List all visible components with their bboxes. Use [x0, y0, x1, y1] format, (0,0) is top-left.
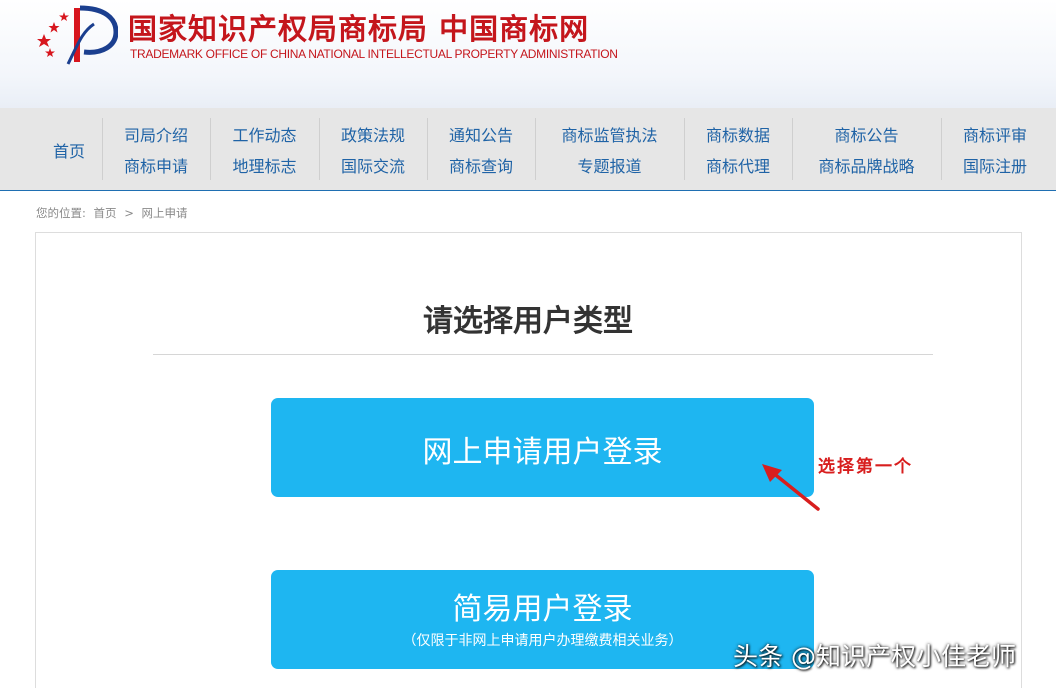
- title-divider: [153, 354, 933, 355]
- page-title: 请选择用户类型: [423, 304, 633, 339]
- nav-link-trademark-data[interactable]: 商标数据: [684, 122, 792, 146]
- nav-link-trademark-application[interactable]: 商标申请: [102, 153, 210, 177]
- nav-link-policy-regulation[interactable]: 政策法规: [319, 122, 427, 146]
- cnipa-logo[interactable]: [34, 4, 118, 66]
- main-nav: 首页 司局介绍 商标申请 工作动态 地理标志 政策法规 国际交流 通知公告 商标…: [0, 108, 1056, 191]
- site-title: 国家知识产权局商标局 中国商标网: [128, 12, 590, 46]
- nav-link-trademark-review[interactable]: 商标评审: [941, 122, 1049, 146]
- annotation-label: 选择第一个: [818, 457, 913, 477]
- nav-col-home: 首页: [36, 108, 102, 191]
- nav-home-link[interactable]: 首页: [36, 138, 102, 162]
- nav-col-2: 工作动态 地理标志: [210, 108, 319, 191]
- nav-link-work-news[interactable]: 工作动态: [210, 122, 319, 146]
- nav-col-8: 商标评审 国际注册: [941, 108, 1049, 191]
- nav-link-enforcement[interactable]: 商标监管执法: [535, 122, 684, 146]
- online-applicant-login-label: 网上申请用户登录: [422, 435, 663, 470]
- breadcrumb-home-link[interactable]: 首页: [94, 206, 117, 220]
- site-header: 国家知识产权局商标局 中国商标网 TRADEMARK OFFICE OF CHI…: [0, 0, 1056, 108]
- nav-link-special-reports[interactable]: 专题报道: [535, 153, 684, 177]
- nav-link-brand-strategy[interactable]: 商标品牌战略: [792, 153, 941, 177]
- nav-link-trademark-gazette[interactable]: 商标公告: [792, 122, 941, 146]
- nav-link-trademark-search[interactable]: 商标查询: [427, 153, 535, 177]
- nav-link-trademark-agency[interactable]: 商标代理: [684, 153, 792, 177]
- nav-col-5: 商标监管执法 专题报道: [535, 108, 684, 191]
- online-applicant-login-button[interactable]: 网上申请用户登录: [271, 398, 814, 497]
- watermark: 头条 @知识产权小佳老师: [733, 642, 1016, 671]
- nav-col-3: 政策法规 国际交流: [319, 108, 427, 191]
- breadcrumb-current: 网上申请: [141, 206, 188, 220]
- nav-link-international-registration[interactable]: 国际注册: [941, 153, 1049, 177]
- arrow-icon: [762, 464, 820, 511]
- simple-user-login-label: 简易用户登录: [452, 592, 633, 627]
- nav-col-6: 商标数据 商标代理: [684, 108, 792, 191]
- nav-link-notices[interactable]: 通知公告: [427, 122, 535, 146]
- nav-col-7: 商标公告 商标品牌战略: [792, 108, 941, 191]
- nav-link-international-exchange[interactable]: 国际交流: [319, 153, 427, 177]
- breadcrumb-prefix: 您的位置:: [36, 206, 86, 220]
- site-subtitle: TRADEMARK OFFICE OF CHINA NATIONAL INTEL…: [130, 47, 618, 61]
- breadcrumb: 您的位置: 首页 > 网上申请: [36, 205, 191, 221]
- breadcrumb-separator: >: [124, 206, 134, 220]
- nav-col-1: 司局介绍 商标申请: [102, 108, 210, 191]
- nav-link-bureau-intro[interactable]: 司局介绍: [102, 122, 210, 146]
- nav-col-4: 通知公告 商标查询: [427, 108, 535, 191]
- nav-link-geographical-indication[interactable]: 地理标志: [210, 153, 319, 177]
